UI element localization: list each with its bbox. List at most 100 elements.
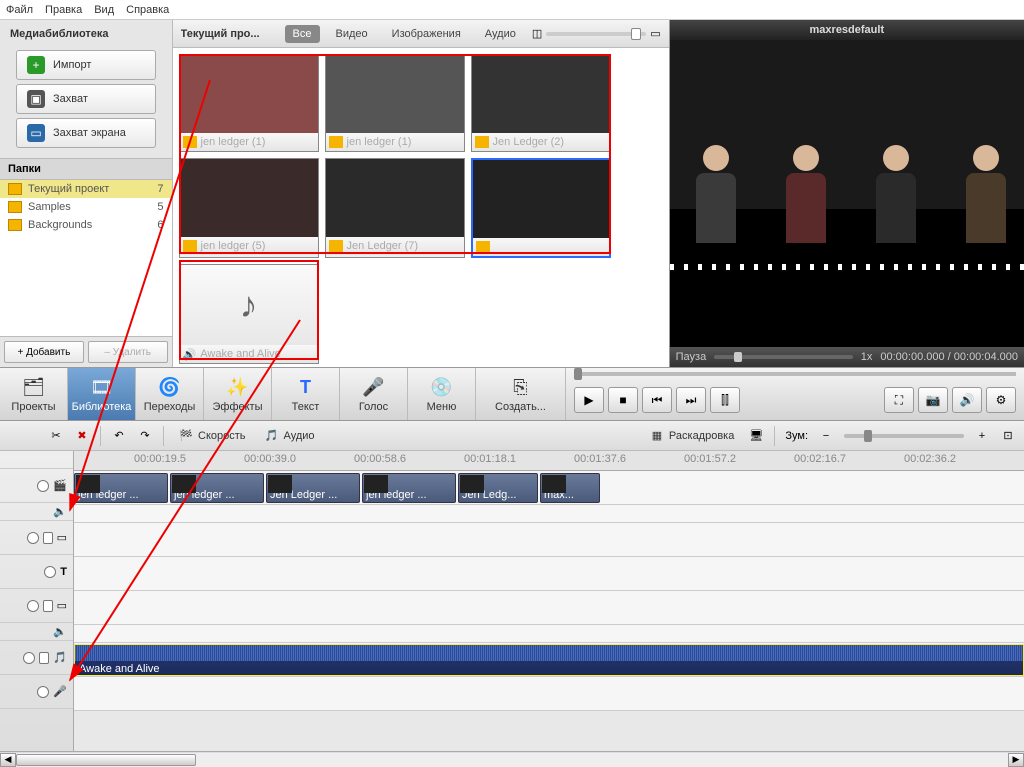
text-button[interactable]: TТекст: [272, 368, 340, 420]
voice-button[interactable]: 🎤Голос: [340, 368, 408, 420]
video-audio-track[interactable]: [74, 505, 1024, 523]
preview-seek-bar[interactable]: [566, 368, 1024, 380]
lock-icon[interactable]: [39, 652, 49, 664]
menu-button[interactable]: 💿Меню: [408, 368, 476, 420]
voice-track[interactable]: [74, 677, 1024, 711]
video-clip[interactable]: max...: [540, 473, 600, 503]
media-thumbnail[interactable]: Jen Ledger (2): [471, 54, 611, 152]
tracks-area[interactable]: 00:00:19.500:00:39.000:00:58.600:01:18.1…: [74, 451, 1024, 751]
folders-list: Текущий проект 7 Samples 5 Backgrounds 6: [0, 180, 172, 336]
zoom-in-icon[interactable]: +: [974, 428, 990, 444]
zoom-slider[interactable]: [844, 434, 964, 438]
folder-current-project[interactable]: Текущий проект 7: [0, 180, 172, 198]
volume-button[interactable]: 🔊: [952, 387, 982, 413]
stop-button[interactable]: ■: [608, 387, 638, 413]
eye-icon[interactable]: [27, 600, 39, 612]
menubar: Файл Правка Вид Справка: [0, 0, 1024, 20]
audio1-vol-track[interactable]: [74, 625, 1024, 643]
media-thumbnail[interactable]: Jen Ledger (7): [325, 158, 465, 258]
audio-button[interactable]: 🎵Аудио: [260, 426, 319, 446]
filter-video[interactable]: Видео: [328, 25, 376, 43]
next-frame-button[interactable]: ⏭: [676, 387, 706, 413]
eye-icon[interactable]: [44, 566, 56, 578]
fullscreen-button[interactable]: ⛶: [884, 387, 914, 413]
audio1-track[interactable]: [74, 591, 1024, 625]
zoom-out-icon[interactable]: −: [818, 428, 834, 444]
delete-icon[interactable]: ✖: [74, 428, 90, 444]
storyboard-icon: ▦: [649, 428, 665, 444]
redo-icon[interactable]: ↷: [137, 428, 153, 444]
folder-samples[interactable]: Samples 5: [0, 198, 172, 216]
scrollbar-thumb[interactable]: [16, 754, 196, 766]
audio2-track[interactable]: Awake and Alive: [74, 643, 1024, 677]
folder-name: Текущий проект: [28, 183, 109, 195]
thumbnail-size-slider[interactable]: ◫ ▭: [532, 27, 661, 40]
transitions-button[interactable]: 🌀Переходы: [136, 368, 204, 420]
filter-images[interactable]: Изображения: [384, 25, 469, 43]
prev-frame-button[interactable]: ⏮: [642, 387, 672, 413]
filter-audio[interactable]: Аудио: [477, 25, 524, 43]
video-clip[interactable]: Jen Ledg...: [458, 473, 538, 503]
snapshot-button[interactable]: 📷: [918, 387, 948, 413]
zoom-fit-icon[interactable]: ⊡: [1000, 428, 1016, 444]
time-ruler[interactable]: 00:00:19.500:00:39.000:00:58.600:01:18.1…: [74, 451, 1024, 471]
speaker-icon: ▭: [57, 599, 67, 612]
view-mode-icon[interactable]: 🖥: [748, 428, 764, 444]
capture-button[interactable]: ▣ Захват: [16, 84, 156, 114]
eye-icon[interactable]: [27, 532, 39, 544]
speaker-icon[interactable]: 🔈: [53, 625, 67, 638]
lock-icon[interactable]: [43, 600, 53, 612]
effects-button[interactable]: ✨Эффекты: [204, 368, 272, 420]
preview-speed-slider[interactable]: [714, 355, 853, 359]
menu-view[interactable]: Вид: [94, 4, 114, 16]
video-clip[interactable]: jen ledger ...: [74, 473, 168, 503]
undo-icon[interactable]: ↶: [111, 428, 127, 444]
horizontal-scrollbar[interactable]: ◀ ▶: [0, 751, 1024, 767]
scroll-left-icon[interactable]: ◀: [0, 753, 16, 767]
media-thumbnail[interactable]: jen ledger (1): [179, 54, 319, 152]
eye-icon[interactable]: [37, 686, 49, 698]
ruler-label: [0, 451, 73, 469]
play-button[interactable]: ▶: [574, 387, 604, 413]
menu-edit[interactable]: Правка: [45, 4, 82, 16]
menu-file[interactable]: Файл: [6, 4, 33, 16]
folder-backgrounds[interactable]: Backgrounds 6: [0, 216, 172, 234]
video-clip[interactable]: Jen Ledger ...: [266, 473, 360, 503]
preview-video[interactable]: [670, 40, 1024, 347]
cut-icon[interactable]: ✂: [48, 428, 64, 444]
audio-clip[interactable]: Awake and Alive: [74, 644, 1024, 676]
video-clip[interactable]: jen ledger ...: [362, 473, 456, 503]
settings-button[interactable]: ⚙: [986, 387, 1016, 413]
media-thumbnail[interactable]: jen ledger (5): [179, 158, 319, 258]
import-button[interactable]: + Импорт: [16, 50, 156, 80]
storyboard-button[interactable]: ▦Раскадровка: [645, 426, 738, 446]
folder-icon: [8, 219, 22, 231]
speed-icon: 🏁: [178, 428, 194, 444]
projects-button[interactable]: 🗂Проекты: [0, 368, 68, 420]
scroll-right-icon[interactable]: ▶: [1008, 753, 1024, 767]
audio2-track-label: 🎵: [0, 641, 73, 675]
filter-all[interactable]: Все: [285, 25, 320, 43]
library-button[interactable]: 🎞Библиотека: [68, 368, 136, 420]
media-thumbnail[interactable]: [471, 158, 611, 258]
menu-help[interactable]: Справка: [126, 4, 169, 16]
add-folder-button[interactable]: + Добавить: [4, 341, 84, 363]
split-button[interactable]: ⫿⫿: [710, 387, 740, 413]
audio-thumbnail[interactable]: ♪ 🔊Awake and Alive: [179, 264, 319, 364]
media-thumbnail[interactable]: jen ledger (1): [325, 54, 465, 152]
audio1-vol-label: 🔈: [0, 623, 73, 641]
delete-folder-button[interactable]: – Удалить: [88, 341, 168, 363]
screen-capture-button[interactable]: ▭ Захват экрана: [16, 118, 156, 148]
eye-icon[interactable]: [37, 480, 49, 492]
video-track[interactable]: jen ledger ...jen ledger ...Jen Ledger .…: [74, 471, 1024, 505]
video-clip[interactable]: jen ledger ...: [170, 473, 264, 503]
lock-icon[interactable]: [43, 532, 53, 544]
overlay-track[interactable]: [74, 523, 1024, 557]
eye-icon[interactable]: [23, 652, 35, 664]
create-button[interactable]: ⎘Создать...: [476, 368, 566, 420]
speed-button[interactable]: 🏁Скорость: [174, 426, 250, 446]
speaker-icon[interactable]: 🔈: [53, 505, 67, 518]
text-track[interactable]: [74, 557, 1024, 591]
folders-header: Папки: [0, 158, 172, 180]
screen-icon: ▭: [27, 124, 45, 142]
